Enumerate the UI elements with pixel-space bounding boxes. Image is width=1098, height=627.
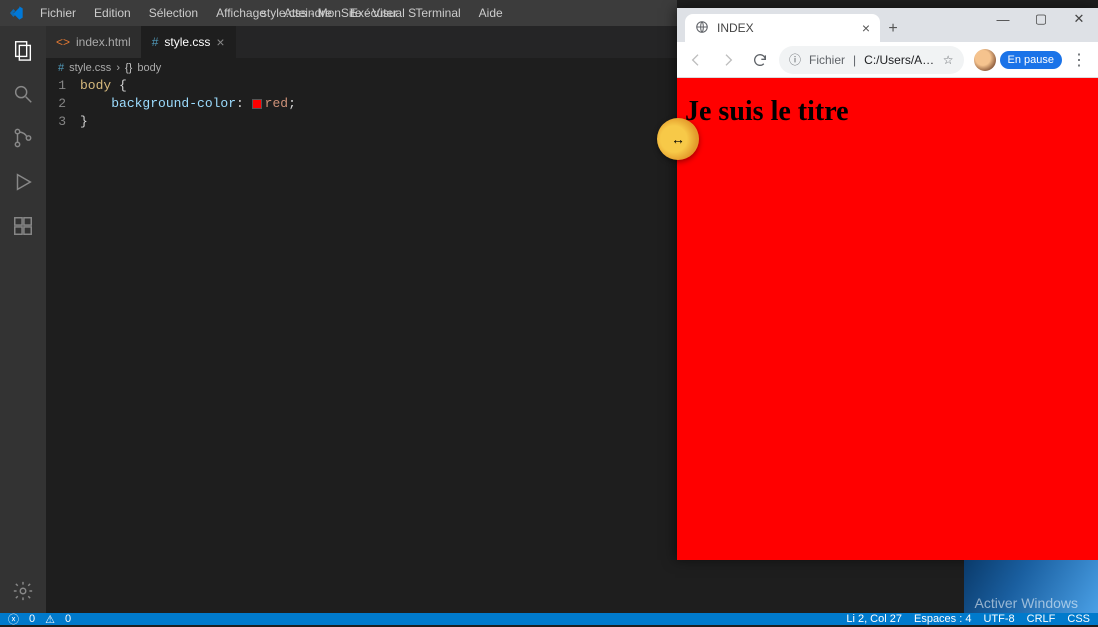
vscode-editor[interactable]: 1 body { 2 background-color: red; 3 } (46, 78, 677, 613)
breadcrumb-file: style.css (69, 62, 111, 74)
vscode-logo (8, 5, 24, 21)
chrome-profile-area: En pause ⋮ (974, 47, 1092, 73)
editor-line: 3 } (46, 114, 677, 132)
vscode-tabs: <> index.html # style.css × (46, 26, 677, 58)
tab-style-css[interactable]: # style.css × (142, 26, 236, 58)
symbol-icon: {} (125, 62, 132, 74)
address-path: C:/Users/Adminis... (864, 53, 935, 67)
search-icon[interactable] (11, 82, 35, 106)
status-spaces[interactable]: Espaces : 4 (914, 613, 971, 625)
source-control-icon[interactable] (11, 126, 35, 150)
chrome-page-content: Je suis le titre (677, 78, 1098, 560)
vscode-statusbar: ⓧ 0 ⚠ 0 Li 2, Col 27 Espaces : 4 UTF-8 C… (0, 613, 1098, 625)
status-lang[interactable]: CSS (1067, 613, 1090, 625)
vscode-activitybar (0, 26, 46, 613)
chevron-right-icon: › (116, 62, 120, 74)
line-number: 2 (46, 96, 80, 114)
explorer-icon[interactable] (11, 38, 35, 62)
new-tab-button[interactable]: + (880, 16, 906, 42)
close-button[interactable]: ✕ (1060, 8, 1098, 30)
star-icon[interactable]: ☆ (943, 53, 954, 67)
vscode-breadcrumb[interactable]: # style.css › {} body (46, 58, 677, 78)
extensions-icon[interactable] (11, 214, 35, 238)
brace: { (119, 78, 127, 93)
status-eol[interactable]: CRLF (1027, 613, 1056, 625)
vscode-window-title: style.css - MonSite - Visual S (261, 6, 416, 20)
window-controls: — ▢ ✕ (984, 8, 1098, 30)
vscode-titlebar: Fichier Edition Sélection Affichage Atte… (0, 0, 677, 26)
line-number: 1 (46, 78, 80, 96)
chrome-tabstrip: INDEX × + — ▢ ✕ (677, 8, 1098, 42)
chrome-tab-index[interactable]: INDEX × (685, 14, 880, 42)
chrome-window: INDEX × + — ▢ ✕ ⓘ Fichier | C:/Users/Adm… (677, 8, 1098, 560)
maximize-button[interactable]: ▢ (1022, 8, 1060, 30)
profile-status-chip[interactable]: En pause (1000, 51, 1062, 69)
menu-edition[interactable]: Edition (86, 3, 139, 23)
status-line-col[interactable]: Li 2, Col 27 (846, 613, 902, 625)
editor-line: 1 body { (46, 78, 677, 96)
page-heading: Je suis le titre (685, 96, 1090, 128)
chrome-toolbar: ⓘ Fichier | C:/Users/Adminis... ☆ En pau… (677, 42, 1098, 78)
tab-label: index.html (76, 35, 131, 49)
chrome-addressbar[interactable]: ⓘ Fichier | C:/Users/Adminis... ☆ (779, 46, 964, 74)
close-icon[interactable]: × (862, 20, 870, 36)
status-warnings[interactable]: 0 (65, 613, 71, 625)
css-property: background-color (111, 96, 236, 111)
menu-fichier[interactable]: Fichier (32, 3, 84, 23)
html-file-icon: <> (56, 35, 70, 49)
minimize-button[interactable]: — (984, 8, 1022, 30)
avatar[interactable] (974, 49, 996, 71)
reload-icon[interactable] (747, 47, 773, 73)
close-icon[interactable]: × (216, 34, 224, 50)
menu-selection[interactable]: Sélection (141, 3, 206, 23)
line-number: 3 (46, 114, 80, 132)
css-file-icon: # (152, 35, 159, 49)
menu-icon[interactable]: ⋮ (1066, 47, 1092, 73)
status-encoding[interactable]: UTF-8 (983, 613, 1014, 625)
menu-aide[interactable]: Aide (471, 3, 511, 23)
status-errors[interactable]: 0 (29, 613, 35, 625)
info-icon[interactable]: ⓘ (789, 51, 801, 68)
chrome-tab-title: INDEX (717, 21, 754, 35)
warning-icon[interactable]: ⚠ (45, 613, 55, 626)
windows-watermark: Activer Windows (975, 595, 1078, 611)
tab-label: style.css (164, 35, 210, 49)
brace: } (80, 114, 88, 129)
css-selector: body (80, 78, 111, 93)
breadcrumb-symbol: body (137, 62, 161, 74)
divider: | (853, 53, 856, 67)
css-value: red (265, 96, 288, 111)
menu-terminal[interactable]: Terminal (407, 3, 468, 23)
editor-line: 2 background-color: red; (46, 96, 677, 114)
css-file-icon: # (58, 62, 64, 74)
tab-index-html[interactable]: <> index.html (46, 26, 142, 58)
settings-gear-icon[interactable] (11, 579, 35, 603)
forward-icon[interactable] (715, 47, 741, 73)
back-icon[interactable] (683, 47, 709, 73)
color-swatch-icon[interactable] (252, 99, 262, 109)
address-scheme: Fichier (809, 53, 845, 67)
run-debug-icon[interactable] (11, 170, 35, 194)
globe-icon (695, 20, 709, 37)
